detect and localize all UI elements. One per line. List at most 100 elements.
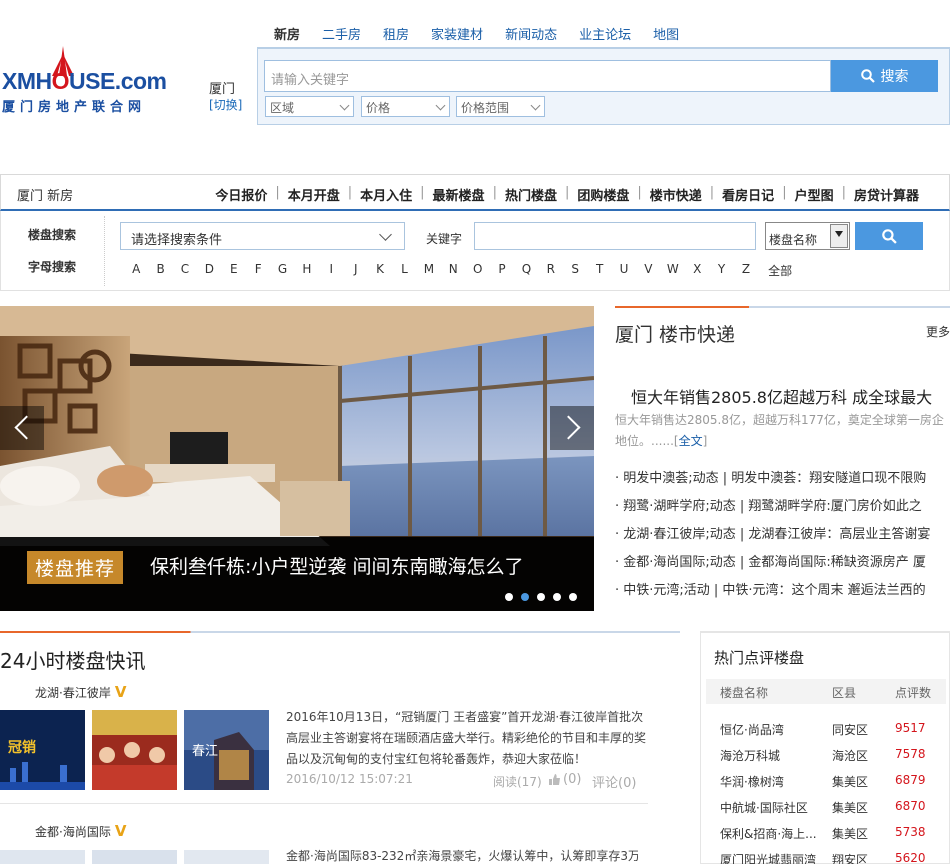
chevron-down-icon — [379, 228, 392, 241]
letter-h[interactable]: H — [295, 262, 319, 279]
row-count: 6879 — [895, 773, 926, 787]
dropdown-arrow-icon — [830, 224, 848, 248]
letter-z[interactable]: Z — [734, 262, 758, 279]
nav-hot[interactable]: 热门楼盘 — [497, 185, 565, 204]
filter-search-button[interactable] — [855, 222, 923, 250]
price-range-select[interactable]: 价格范围 — [456, 96, 545, 117]
tab-decoration[interactable]: 家装建材 — [423, 26, 491, 46]
news-more-link[interactable]: 更多 — [926, 323, 950, 340]
letter-c[interactable]: C — [173, 262, 197, 279]
project-news-text[interactable]: 金都·海尚国际83-232㎡亲海景豪宅，火爆认筹中，认筹即享存3万 — [286, 846, 638, 864]
keyword-type-value: 楼盘名称 — [769, 233, 818, 247]
slider-dot-4[interactable] — [553, 593, 561, 601]
letter-f[interactable]: F — [246, 262, 270, 279]
slider-next-button[interactable] — [550, 406, 594, 450]
letter-i[interactable]: I — [319, 262, 343, 279]
tab-forum[interactable]: 业主论坛 — [571, 26, 639, 46]
read-full-link[interactable]: 全文 — [679, 434, 703, 448]
letter-p[interactable]: P — [490, 262, 514, 279]
like-button[interactable]: (0) — [548, 772, 581, 787]
project-photo[interactable]: 春江 — [184, 710, 269, 790]
hot-review-row[interactable]: 恒亿·尚品湾 同安区 9517 — [720, 721, 945, 741]
letter-o[interactable]: O — [465, 262, 489, 279]
project-photo[interactable] — [92, 710, 177, 790]
letter-l[interactable]: L — [392, 262, 416, 279]
news-headline[interactable]: 恒大年销售2805.8亿超越万科 成全球最大 — [631, 384, 932, 408]
keyword-type-select[interactable]: 楼盘名称 — [765, 222, 850, 250]
letter-a[interactable]: A — [124, 262, 148, 279]
letter-g[interactable]: G — [270, 262, 294, 279]
svg-text:春江: 春江 — [192, 744, 218, 759]
keyword-input[interactable] — [474, 222, 756, 250]
project-name[interactable]: 金都·海尚国际 V — [35, 822, 126, 840]
comment-count[interactable]: 评论(0) — [592, 772, 636, 791]
nav-groupbuy[interactable]: 团购楼盘 — [569, 185, 637, 204]
news-item[interactable]: · 明发中澳荟;动态 | 明发中澳荟：翔安隧道口现不限购 — [615, 468, 950, 496]
hot-review-row[interactable]: 华润·橡树湾 集美区 6879 — [720, 773, 945, 793]
hot-review-header: 楼盘名称 区县 点评数 — [706, 679, 946, 704]
hot-review-row[interactable]: 中航城·国际社区 集美区 6870 — [720, 799, 945, 819]
chevron-down-icon — [339, 100, 350, 111]
slider-dot-2[interactable] — [521, 593, 529, 601]
slider-dot-3[interactable] — [537, 593, 545, 601]
letter-k[interactable]: K — [368, 262, 392, 279]
letter-d[interactable]: D — [197, 262, 221, 279]
nav-loan-calc[interactable]: 房贷计算器 — [846, 185, 927, 204]
letter-t[interactable]: T — [587, 262, 611, 279]
project-photo[interactable] — [0, 850, 85, 864]
letter-u[interactable]: U — [612, 262, 636, 279]
condition-select[interactable]: 请选择搜索条件 — [120, 222, 405, 250]
nav-floorplan[interactable]: 户型图 — [787, 185, 842, 204]
tab-new-homes[interactable]: 新房 — [266, 26, 308, 46]
news-item[interactable]: · 金都·海尚国际;动态 | 金都海尚国际:稀缺资源房产 厦 — [615, 552, 950, 580]
news-item[interactable]: · 中铁·元湾;活动 | 中铁·元湾：这个周末 邂逅法兰西的 — [615, 580, 950, 608]
letter-x[interactable]: X — [685, 262, 709, 279]
letter-v[interactable]: V — [636, 262, 660, 279]
slider-dot-5[interactable] — [569, 593, 577, 601]
project-news-text[interactable]: 2016年10月13日，“冠销厦门 王者盛宴”首开龙湖·春江彼岸首批次高层业主答… — [286, 707, 646, 770]
tab-rent[interactable]: 租房 — [375, 26, 417, 46]
nav-month-movein[interactable]: 本月入住 — [352, 185, 420, 204]
letter-b[interactable]: B — [148, 262, 172, 279]
search-button[interactable]: 搜索 — [831, 60, 938, 92]
letter-e[interactable]: E — [222, 262, 246, 279]
nav-month-opening[interactable]: 本月开盘 — [280, 185, 348, 204]
tab-second-hand[interactable]: 二手房 — [314, 26, 369, 46]
nav-latest[interactable]: 最新楼盘 — [425, 185, 493, 204]
project-photo[interactable] — [92, 850, 177, 864]
news-item[interactable]: · 翔鹭·湖畔学府;动态 | 翔鹭湖畔学府:厦门房价如此之 — [615, 496, 950, 524]
row-name: 华润·橡树湾 — [720, 775, 784, 789]
letter-s[interactable]: S — [563, 262, 587, 279]
letter-all[interactable]: 全部 — [758, 262, 802, 279]
letter-w[interactable]: W — [661, 262, 685, 279]
logo-wordmark: XMHOUSE.com — [2, 68, 167, 94]
letter-m[interactable]: M — [417, 262, 441, 279]
slider-caption-text[interactable]: 保利叁仟栋:小户型逆袭 间间东南瞰海怎么了 — [150, 552, 523, 579]
tab-map[interactable]: 地图 — [645, 26, 687, 46]
news-item[interactable]: · 龙湖·春江彼岸;动态 | 龙湖春江彼岸：高层业主答谢宴 — [615, 524, 950, 552]
slider-prev-button[interactable] — [0, 406, 44, 450]
nav-express[interactable]: 楼市快递 — [642, 185, 710, 204]
nav-today-price[interactable]: 今日报价 — [207, 185, 275, 204]
project-photo[interactable]: 冠销 — [0, 710, 85, 790]
nav-diary[interactable]: 看房日记 — [714, 185, 782, 204]
site-logo[interactable]: XMHOUSE.com 厦门房地产联合网 — [0, 44, 200, 115]
letter-y[interactable]: Y — [709, 262, 733, 279]
letter-r[interactable]: R — [539, 262, 563, 279]
district-select[interactable]: 区域 — [265, 96, 354, 117]
hot-review-row[interactable]: 海沧万科城 海沧区 7578 — [720, 747, 945, 767]
letter-n[interactable]: N — [441, 262, 465, 279]
featured-slider[interactable]: 楼盘推荐 保利叁仟栋:小户型逆袭 间间东南瞰海怎么了 — [0, 306, 594, 611]
slider-dot-1[interactable] — [505, 593, 513, 601]
project-name-text: 龙湖·春江彼岸 — [35, 686, 111, 700]
hot-review-row[interactable]: 厦门阳光城翡丽湾 翔安区 5620 — [720, 851, 945, 864]
letter-j[interactable]: J — [344, 262, 368, 279]
search-input[interactable]: 请输入关键字 — [264, 60, 831, 92]
switch-city-link[interactable]: [切换] — [209, 96, 242, 113]
project-photo[interactable] — [184, 850, 269, 864]
letter-q[interactable]: Q — [514, 262, 538, 279]
tab-news[interactable]: 新闻动态 — [497, 26, 565, 46]
project-name[interactable]: 龙湖·春江彼岸 V — [35, 683, 126, 701]
hot-review-row[interactable]: 保利&招商·海上... 集美区 5738 — [720, 825, 945, 845]
price-select[interactable]: 价格 — [361, 96, 450, 117]
